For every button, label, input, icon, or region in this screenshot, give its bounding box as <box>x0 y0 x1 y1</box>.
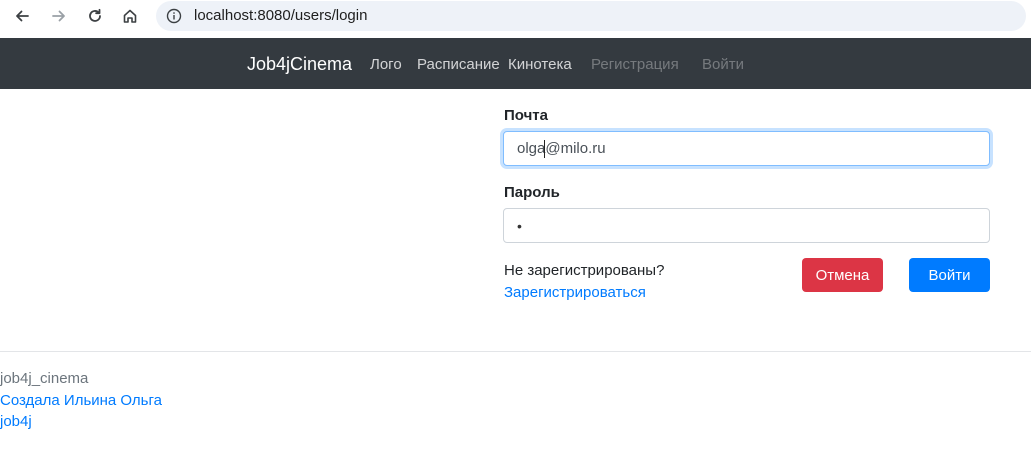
register-link[interactable]: Зарегистрироваться <box>504 284 646 301</box>
nav-link-logo[interactable]: Лого <box>370 56 402 73</box>
email-value-after-caret: @milo.ru <box>545 140 606 157</box>
reload-icon[interactable] <box>82 3 108 29</box>
footer-site-link[interactable]: job4j <box>0 413 32 430</box>
nav-link-schedule[interactable]: Расписание <box>417 56 500 73</box>
nav-link-film-library[interactable]: Кинотека <box>508 56 572 73</box>
email-label: Почта <box>504 107 548 124</box>
footer-author-link[interactable]: Создала Ильина Ольга <box>0 392 162 409</box>
password-label: Пароль <box>504 184 560 201</box>
site-navbar: Job4jCinema Лого Расписание Кинотека Рег… <box>0 38 1031 89</box>
address-bar[interactable]: localhost:8080/users/login <box>156 1 1026 31</box>
home-icon[interactable] <box>117 3 143 29</box>
footer-title: job4j_cinema <box>0 370 89 387</box>
password-mask: • <box>517 217 522 234</box>
cancel-button[interactable]: Отмена <box>802 258 883 292</box>
forward-arrow-icon[interactable] <box>46 3 72 29</box>
nav-link-registration[interactable]: Регистрация <box>591 56 679 73</box>
login-button[interactable]: Войти <box>909 258 990 292</box>
not-registered-text: Не зарегистрированы? <box>504 262 665 279</box>
nav-link-login[interactable]: Войти <box>702 56 744 73</box>
email-value-before-caret: olga <box>517 140 546 157</box>
footer-divider <box>0 351 1031 352</box>
brand-link[interactable]: Job4jCinema <box>247 54 352 75</box>
back-arrow-icon[interactable] <box>9 3 35 29</box>
email-field[interactable]: olga @milo.ru <box>503 131 990 166</box>
browser-toolbar: localhost:8080/users/login <box>0 0 1031 38</box>
password-field[interactable]: • <box>503 208 990 243</box>
info-icon[interactable] <box>166 8 182 24</box>
url-text[interactable]: localhost:8080/users/login <box>194 7 367 24</box>
